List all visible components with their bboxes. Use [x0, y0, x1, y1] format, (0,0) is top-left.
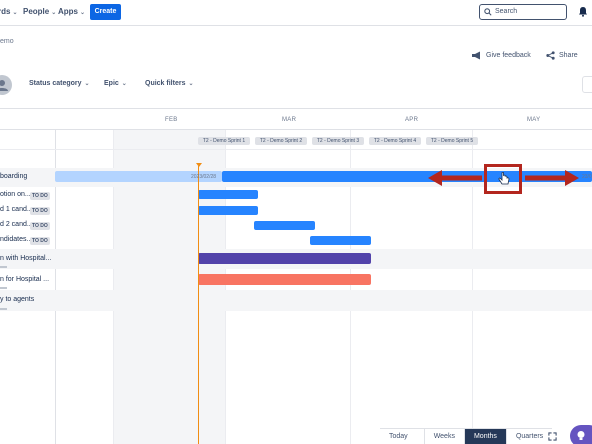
status-badge: TO DO: [30, 207, 50, 215]
epic-title[interactable]: n for Hospital ...: [0, 276, 49, 283]
today-marker: [196, 163, 202, 167]
help-button[interactable]: [570, 425, 592, 444]
issue-bar[interactable]: [198, 190, 258, 199]
quarters-option[interactable]: Quarters: [505, 429, 552, 444]
month-label: APR: [405, 117, 419, 123]
timeline-row-issue[interactable]: ndidates... TO DO: [0, 233, 592, 248]
give-feedback-button[interactable]: Give feedback: [471, 51, 531, 60]
month-label: MAY: [527, 117, 541, 123]
sprint-chip[interactable]: T2 - Demo Sprint 5: [426, 137, 478, 145]
nav-apps[interactable]: Apps ⌄: [58, 7, 85, 16]
search-input[interactable]: Search: [479, 4, 567, 20]
epic-progress: [0, 266, 7, 268]
fullscreen-icon[interactable]: [548, 432, 557, 441]
sprints-row: T2 - Demo Sprint 1 T2 - Demo Sprint 2 T2…: [0, 130, 592, 150]
months-option[interactable]: Months: [463, 429, 506, 444]
create-button[interactable]: Create: [90, 4, 121, 20]
status-category-filter[interactable]: Status category ⌄: [29, 80, 90, 87]
epic-title[interactable]: y to agents: [0, 296, 34, 303]
bar-end-date: 23/0: [582, 174, 592, 180]
user-icon: [0, 80, 8, 91]
epic-bar[interactable]: [198, 274, 371, 285]
epic-bar[interactable]: [198, 253, 371, 264]
sprint-chip[interactable]: T2 - Demo Sprint 1: [198, 137, 250, 145]
issue-bar[interactable]: [310, 236, 371, 245]
megaphone-icon: [472, 51, 480, 60]
epic-title[interactable]: boarding: [0, 173, 27, 180]
view-switcher: Today Weeks Months Quarters: [380, 428, 553, 444]
status-badge: TO DO: [30, 192, 50, 200]
assignee-avatar-filter[interactable]: [0, 75, 12, 95]
view-settings-button[interactable]: [582, 76, 592, 93]
epic-bar[interactable]: [222, 171, 592, 182]
status-badge: TO DO: [30, 237, 50, 245]
bar-start-date: 2023/02/28: [191, 174, 217, 180]
weeks-option[interactable]: Weeks: [423, 429, 464, 444]
issue-title[interactable]: d 1 cand...: [0, 206, 33, 213]
lightbulb-icon: [577, 431, 585, 440]
share-icon: [546, 51, 555, 60]
timeline-row-epic[interactable]: y to agents: [0, 290, 592, 311]
month-label: FEB: [165, 117, 178, 123]
timeline-header: FEB MAR APR MAY: [0, 108, 592, 130]
epic-progress: [0, 308, 7, 310]
epic-progress: [0, 287, 7, 289]
timeline-row-issue[interactable]: d 1 cand... TO DO: [0, 203, 592, 218]
issue-title[interactable]: otion on...: [0, 191, 31, 198]
nav-dashboards[interactable]: rds⌄: [0, 7, 17, 16]
status-badge: TO DO: [30, 222, 50, 230]
issue-bar[interactable]: [254, 221, 315, 230]
hand-cursor-icon: [498, 172, 510, 185]
quick-filters-dropdown[interactable]: Quick filters ⌄: [145, 80, 194, 87]
issue-title[interactable]: ndidates...: [0, 236, 32, 243]
share-button[interactable]: Share: [546, 51, 578, 60]
sprint-chip[interactable]: T2 - Demo Sprint 2: [255, 137, 307, 145]
issue-title[interactable]: d 2 cand...: [0, 221, 33, 228]
today-line: [198, 166, 199, 444]
notification-bell-icon[interactable]: [578, 6, 588, 17]
issue-bar[interactable]: [198, 206, 258, 215]
sprint-chip[interactable]: T2 - Demo Sprint 3: [312, 137, 364, 145]
today-button[interactable]: Today: [380, 429, 417, 444]
breadcrumb[interactable]: emo: [0, 38, 14, 45]
sprint-chip[interactable]: T2 - Demo Sprint 4: [369, 137, 421, 145]
top-navigation: rds⌄ People⌄ Apps⌄ Create Search: [0, 0, 592, 26]
epic-title[interactable]: n with Hospital...: [0, 255, 51, 262]
epic-filter[interactable]: Epic ⌄: [104, 80, 127, 87]
month-label: MAR: [282, 117, 297, 123]
nav-people[interactable]: People ⌄: [23, 7, 56, 16]
search-icon: [484, 8, 492, 16]
